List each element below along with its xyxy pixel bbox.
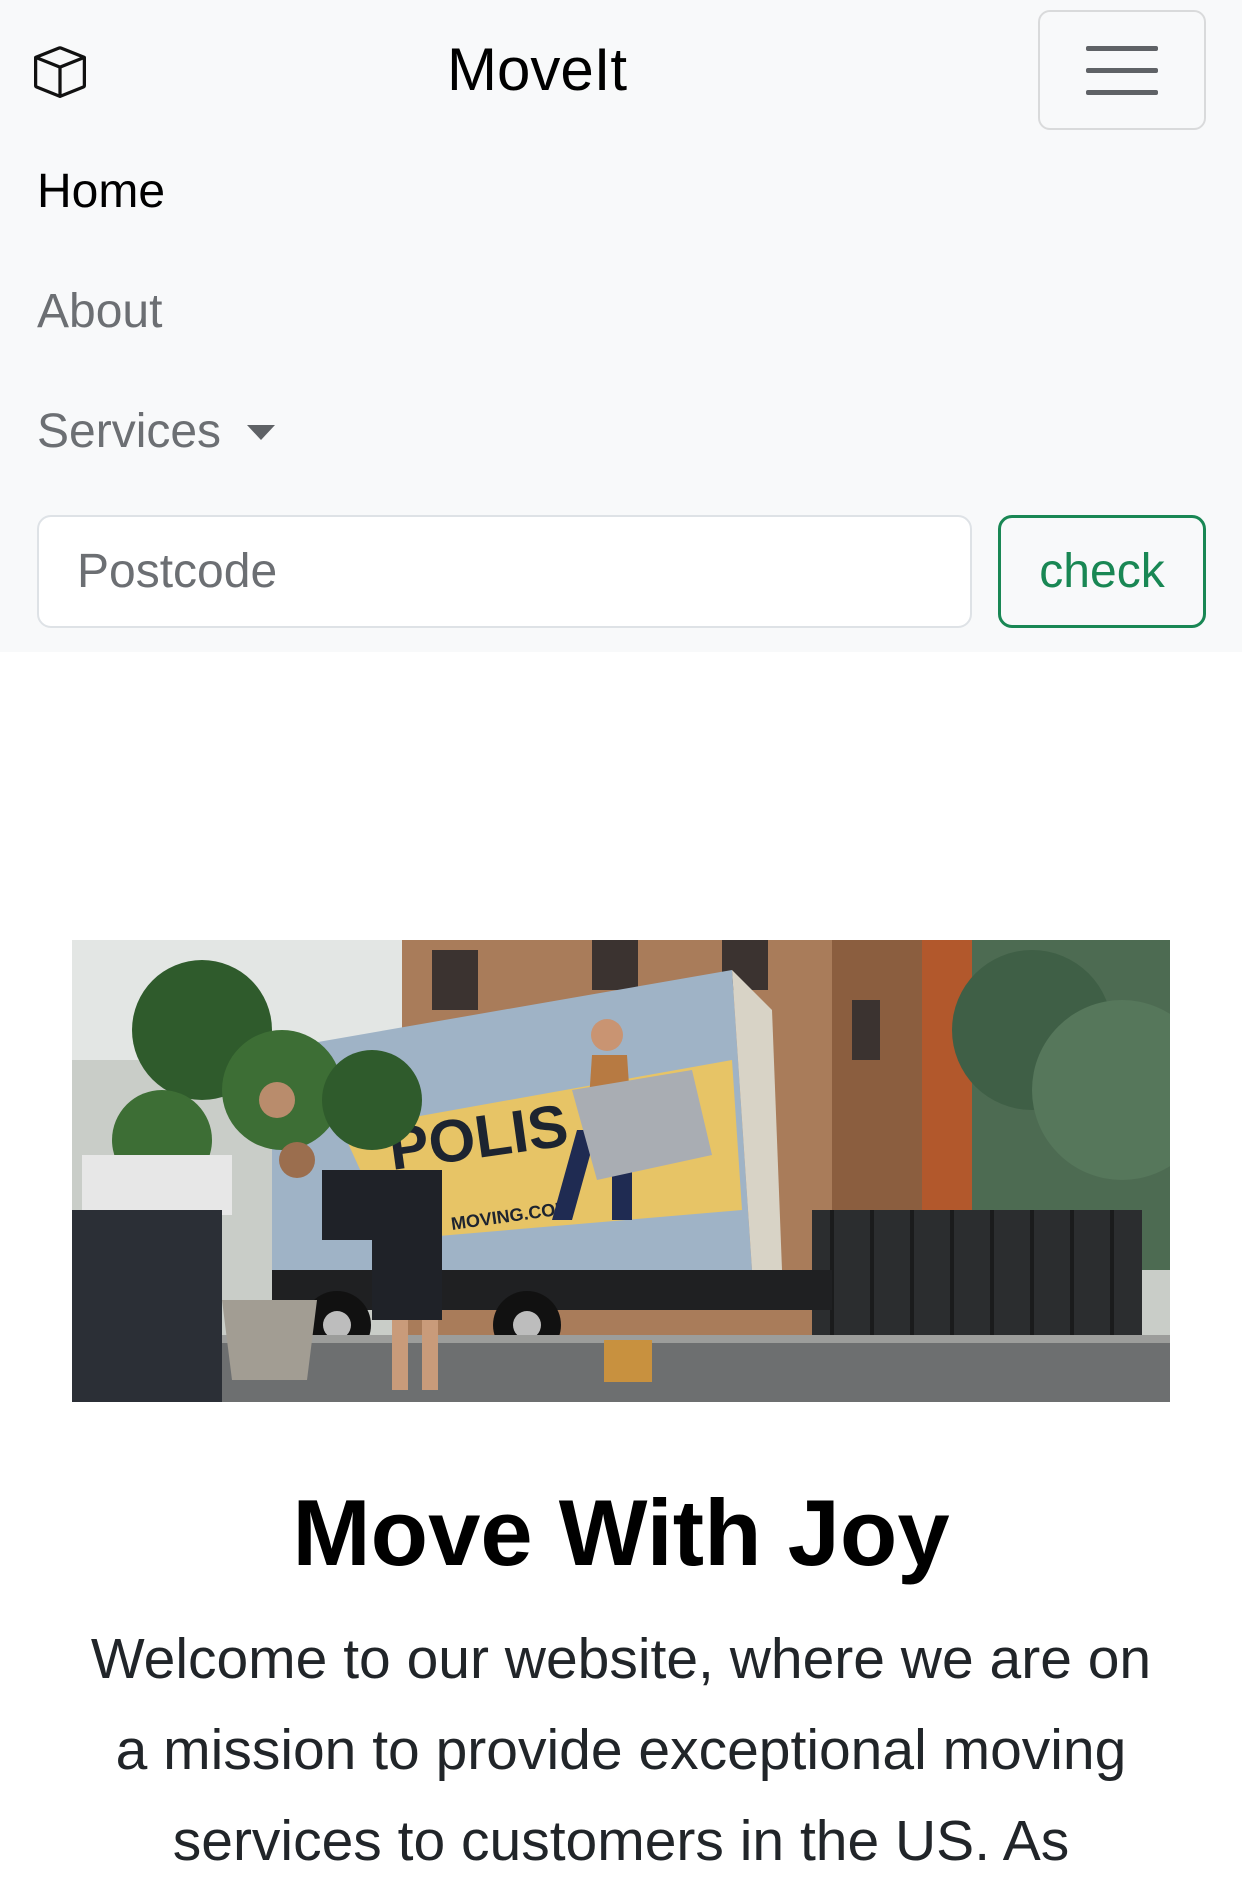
postcode-input[interactable] (37, 515, 972, 628)
moving-truck-photo: POLIS MOVING.COM (72, 940, 1170, 1402)
nav-link-about[interactable]: About (37, 284, 162, 340)
hamburger-menu-icon (1086, 45, 1158, 51)
hero-title: Move With Joy (292, 1480, 950, 1585)
brand-title[interactable]: MoveIt (0, 34, 1074, 106)
nav-link-home[interactable]: Home (37, 164, 165, 220)
hamburger-menu-icon-bar (1086, 89, 1158, 95)
caret-down-icon (247, 424, 276, 440)
hamburger-menu-icon-bar (1086, 67, 1158, 73)
nav-link-services-label: Services (37, 405, 222, 458)
check-button[interactable]: check (998, 515, 1206, 628)
nav-link-services-dropdown[interactable]: Services (37, 404, 276, 460)
navbar-toggler-button[interactable] (1038, 10, 1206, 130)
hero-text: Welcome to our website, where we are on … (90, 1627, 1152, 1873)
navbar: MoveIt Home About Services check (0, 0, 1242, 652)
